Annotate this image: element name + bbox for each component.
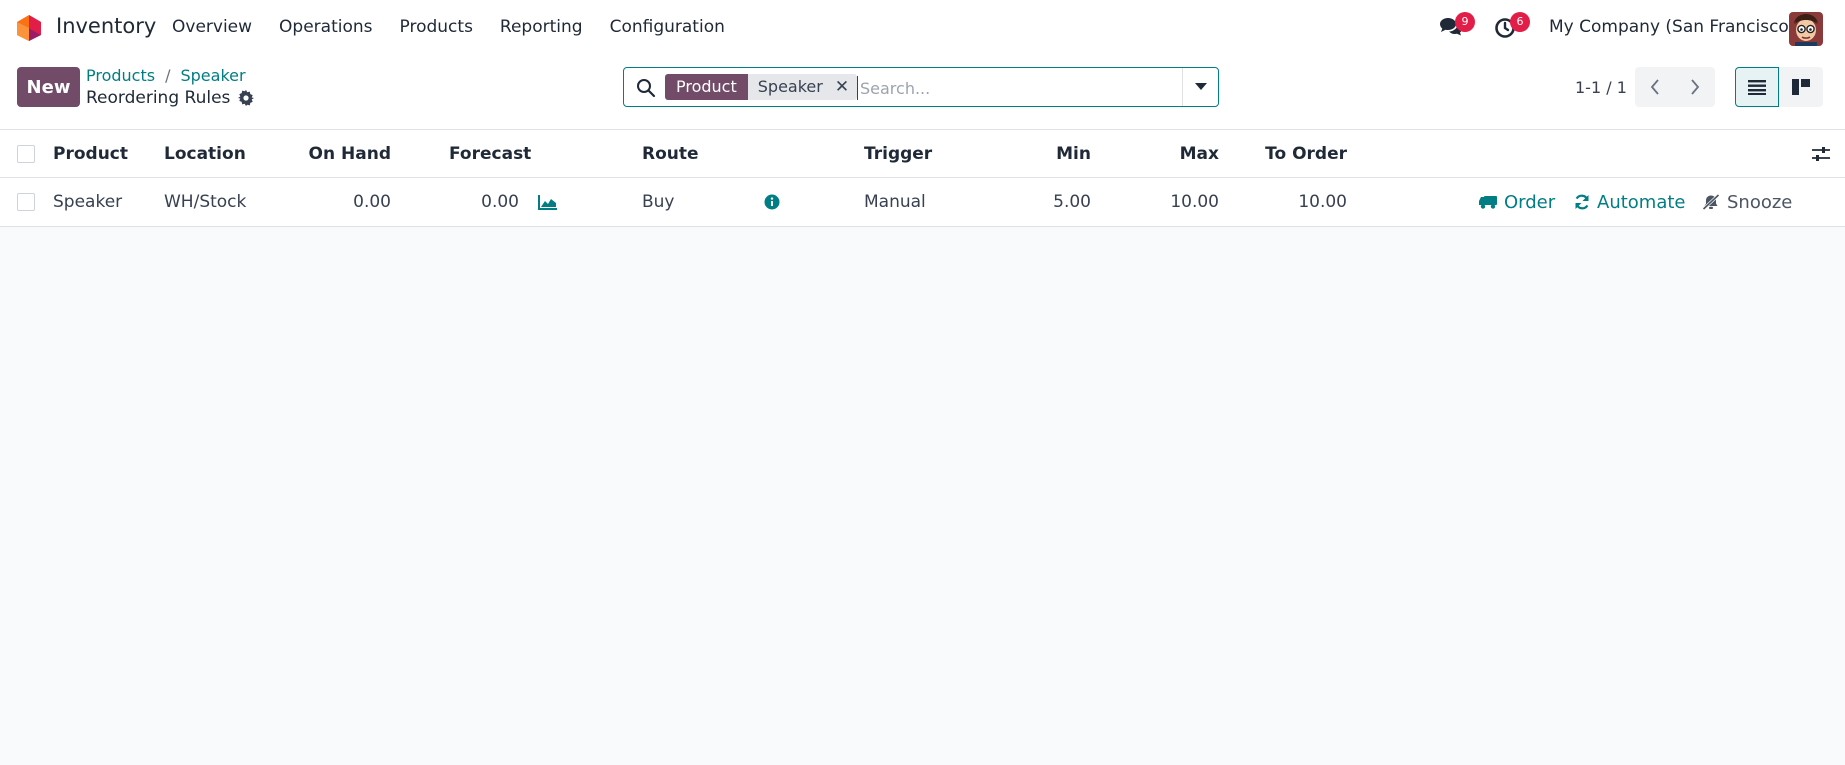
menu-reporting[interactable]: Reporting: [500, 17, 583, 37]
facet-value-wrap: Speaker ✕: [747, 74, 858, 100]
breadcrumb: Products / Speaker: [86, 66, 246, 85]
menu-configuration[interactable]: Configuration: [610, 17, 725, 37]
search-bar: Product Speaker ✕: [623, 67, 1219, 107]
optional-columns-toggle[interactable]: [1812, 130, 1830, 177]
pager-value[interactable]: 1-1 / 1: [1575, 78, 1627, 97]
app-logo-icon[interactable]: [16, 14, 42, 42]
column-route[interactable]: Route: [642, 130, 699, 177]
column-trigger[interactable]: Trigger: [864, 130, 932, 177]
cell-to-order[interactable]: 10.00: [1246, 178, 1347, 226]
column-on-hand[interactable]: On Hand: [290, 130, 391, 177]
breadcrumb-separator: /: [165, 66, 171, 85]
snooze-button[interactable]: Snooze: [1702, 178, 1792, 226]
cell-min[interactable]: 5.00: [990, 178, 1091, 226]
gear-icon[interactable]: [238, 90, 255, 106]
page-title: Reordering Rules: [86, 88, 231, 108]
cell-on-hand[interactable]: 0.00: [290, 178, 391, 226]
cell-trigger[interactable]: Manual: [864, 178, 926, 226]
snooze-label: Snooze: [1727, 191, 1793, 213]
select-all-checkbox[interactable]: [17, 144, 35, 163]
kanban-view-button[interactable]: [1779, 67, 1823, 107]
list-view-icon: [1748, 80, 1766, 95]
bell-slash-icon: [1702, 194, 1720, 210]
info-icon: [764, 194, 780, 210]
chevron-left-icon: [1650, 79, 1659, 95]
messages-button[interactable]: 9: [1439, 12, 1475, 40]
pager-next-button[interactable]: [1675, 67, 1715, 107]
control-panel: New Products / Speaker Reordering Rules Pr…: [0, 56, 1845, 130]
column-max[interactable]: Max: [1118, 130, 1219, 177]
select-all-cell: [17, 130, 35, 177]
column-to-order[interactable]: To Order: [1246, 130, 1347, 177]
avatar-image-icon: [1789, 12, 1823, 46]
main-menu: Overview Operations Products Reporting C…: [172, 17, 752, 37]
breadcrumb-speaker[interactable]: Speaker: [180, 66, 245, 85]
search-input[interactable]: [857, 76, 1177, 100]
sliders-icon: [1812, 146, 1830, 161]
automate-label: Automate: [1597, 191, 1686, 213]
messages-count-badge: 9: [1455, 12, 1475, 32]
search-options-toggle[interactable]: [1182, 68, 1218, 106]
row-checkbox[interactable]: [17, 193, 35, 211]
column-min[interactable]: Min: [990, 130, 1091, 177]
menu-products[interactable]: Products: [400, 17, 473, 37]
kanban-view-icon: [1792, 79, 1810, 95]
row-select-cell: [17, 178, 35, 226]
automate-button[interactable]: Automate: [1574, 178, 1686, 226]
close-icon[interactable]: ✕: [835, 74, 849, 100]
new-button[interactable]: New: [17, 67, 80, 107]
breadcrumb-products[interactable]: Products: [86, 66, 155, 85]
user-avatar[interactable]: [1789, 12, 1823, 46]
table-header: Product Location On Hand Forecast Route …: [0, 130, 1845, 178]
menu-operations[interactable]: Operations: [279, 17, 372, 37]
column-forecast[interactable]: Forecast: [449, 130, 531, 177]
facet-value: Speaker: [757, 77, 823, 96]
cell-location[interactable]: WH/Stock: [164, 178, 246, 226]
route-info-button[interactable]: [764, 178, 780, 226]
list-view-button[interactable]: [1735, 67, 1779, 107]
column-product[interactable]: Product: [53, 130, 128, 177]
forecast-graph-button[interactable]: [538, 178, 558, 226]
column-location[interactable]: Location: [164, 130, 246, 177]
menu-overview[interactable]: Overview: [172, 17, 252, 37]
facet-label: Product: [665, 74, 748, 100]
cell-max[interactable]: 10.00: [1118, 178, 1219, 226]
order-button[interactable]: Order: [1479, 178, 1555, 226]
app-name[interactable]: Inventory: [56, 14, 156, 38]
company-switcher[interactable]: My Company (San Francisco): [1549, 17, 1795, 37]
search-facet: Product Speaker ✕: [665, 74, 858, 100]
cell-forecast[interactable]: 0.00: [418, 178, 519, 226]
page-title-wrap: Reordering Rules: [86, 88, 255, 108]
pager-previous-button[interactable]: [1635, 67, 1675, 107]
order-label: Order: [1504, 191, 1556, 213]
chevron-right-icon: [1691, 79, 1700, 95]
table-row[interactable]: Speaker WH/Stock 0.00 0.00 Buy Manual 5.…: [0, 178, 1845, 227]
truck-icon: [1479, 196, 1497, 209]
cell-product[interactable]: Speaker: [53, 178, 122, 226]
search-icon[interactable]: [636, 78, 656, 98]
refresh-icon: [1575, 194, 1589, 210]
top-navbar: Inventory Overview Operations Products R…: [0, 0, 1845, 56]
activities-count-badge: 6: [1510, 12, 1530, 32]
area-chart-icon: [538, 195, 557, 210]
caret-down-icon: [1194, 83, 1207, 90]
reordering-rules-table: Product Location On Hand Forecast Route …: [0, 130, 1845, 227]
cell-route[interactable]: Buy: [642, 178, 675, 226]
activities-button[interactable]: 6: [1494, 12, 1530, 40]
